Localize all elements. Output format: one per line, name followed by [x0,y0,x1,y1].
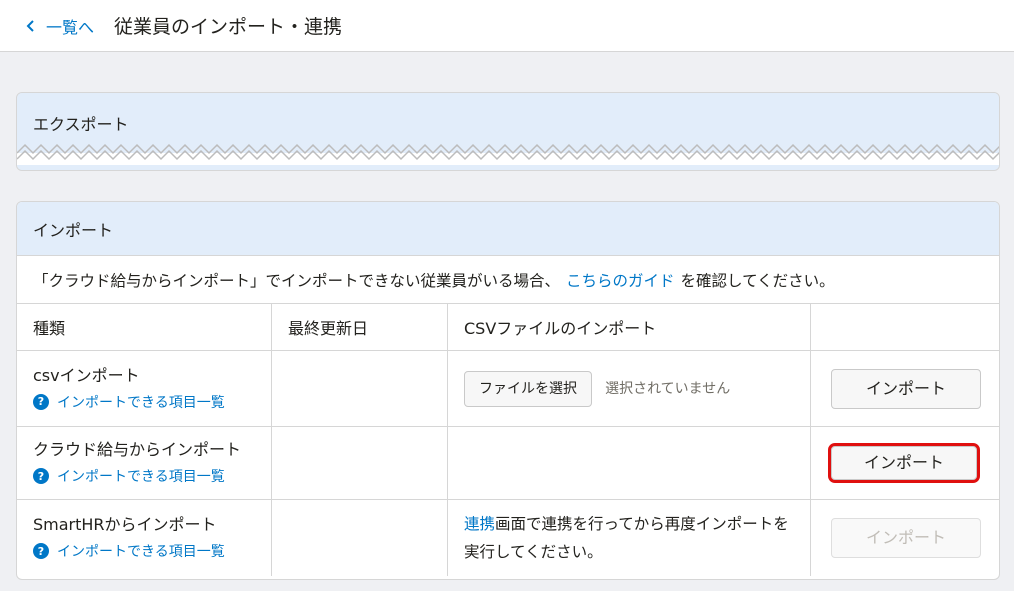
page-title: 従業員のインポート・連携 [114,16,343,38]
last-updated-cell [271,350,448,427]
column-header-action [810,304,999,351]
help-link[interactable]: ? インポートできる項目一覧 [33,541,255,561]
csv-import-cell: 連携画面で連携を行ってから再度インポートを実行してください。 [447,499,811,576]
csv-import-cell [447,426,811,500]
file-status: 選択されていません [605,380,731,397]
table-row: csvインポート ? インポートできる項目一覧 ファイルを選択 選択されていませ… [17,350,999,427]
help-link[interactable]: ? インポートできる項目一覧 [33,466,255,486]
question-icon: ? [33,468,49,484]
top-bar: 一覧へ 従業員のインポート・連携 [0,0,1014,52]
type-cell: SmartHRからインポート ? インポートできる項目一覧 [17,499,272,576]
csv-import-cell: ファイルを選択 選択されていません [447,350,811,427]
action-cell: インポート [811,500,1000,577]
sync-instruction: 連携画面で連携を行ってから再度インポートを実行してください。 [464,510,794,566]
cloud-payroll-import-button[interactable]: インポート [828,443,980,483]
last-updated-cell [271,499,448,576]
type-cell: クラウド給与からインポート ? インポートできる項目一覧 [17,426,272,500]
import-panel-title: インポート [17,202,999,256]
import-type-name: クラウド給与からインポート [33,440,242,459]
last-updated-cell [271,426,448,500]
import-type-name: SmartHRからインポート [33,515,217,534]
guide-link[interactable]: こちらのガイド [566,269,675,291]
table-header-row: 種類 最終更新日 CSVファイルのインポート [17,304,999,351]
import-table: 種類 最終更新日 CSVファイルのインポート csvインポート ? インポートで… [17,304,999,576]
table-row: SmartHRからインポート ? インポートできる項目一覧 連携画面で連携を行っ… [17,499,1000,577]
import-type-name: csvインポート [33,365,140,385]
notice-text-after: を確認してください。 [680,271,835,290]
column-header-last-updated: 最終更新日 [271,304,448,351]
help-link-label: インポートできる項目一覧 [57,544,225,560]
question-icon: ? [33,543,49,559]
csv-import-button[interactable]: インポート [831,368,981,409]
table-row: クラウド給与からインポート ? インポートできる項目一覧 インポート [17,426,999,500]
import-notice: 「クラウド給与からインポート」でインポートできない従業員がいる場合、 こちらのガ… [17,256,999,304]
sync-instruction-text: 画面で連携を行ってから再度インポートを実行してください。 [464,515,789,561]
choose-file-button[interactable]: ファイルを選択 [464,370,592,407]
sync-link[interactable]: 連携 [464,515,495,533]
help-link-label: インポートできる項目一覧 [57,469,225,485]
export-panel: エクスポート [16,92,1000,171]
back-link-label: 一覧へ [46,17,95,37]
help-link-label: インポートできる項目一覧 [57,394,225,411]
column-header-type: 種類 [17,304,272,351]
smarthr-import-button: インポート [831,518,981,558]
action-cell: インポート [810,350,999,427]
back-link[interactable]: 一覧へ [24,14,94,38]
help-link[interactable]: ? インポートできる項目一覧 [33,392,255,412]
notice-text-before: 「クラウド給与からインポート」でインポートできない従業員がいる場合、 [33,271,561,290]
type-cell: csvインポート ? インポートできる項目一覧 [17,350,272,427]
import-panel: インポート 「クラウド給与からインポート」でインポートできない従業員がいる場合、… [16,201,1000,580]
chevron-left-icon [26,19,34,32]
question-icon: ? [33,393,49,410]
action-cell: インポート [810,426,999,500]
collapsed-zigzag-divider [17,143,999,165]
column-header-csv-import: CSVファイルのインポート [447,304,811,351]
